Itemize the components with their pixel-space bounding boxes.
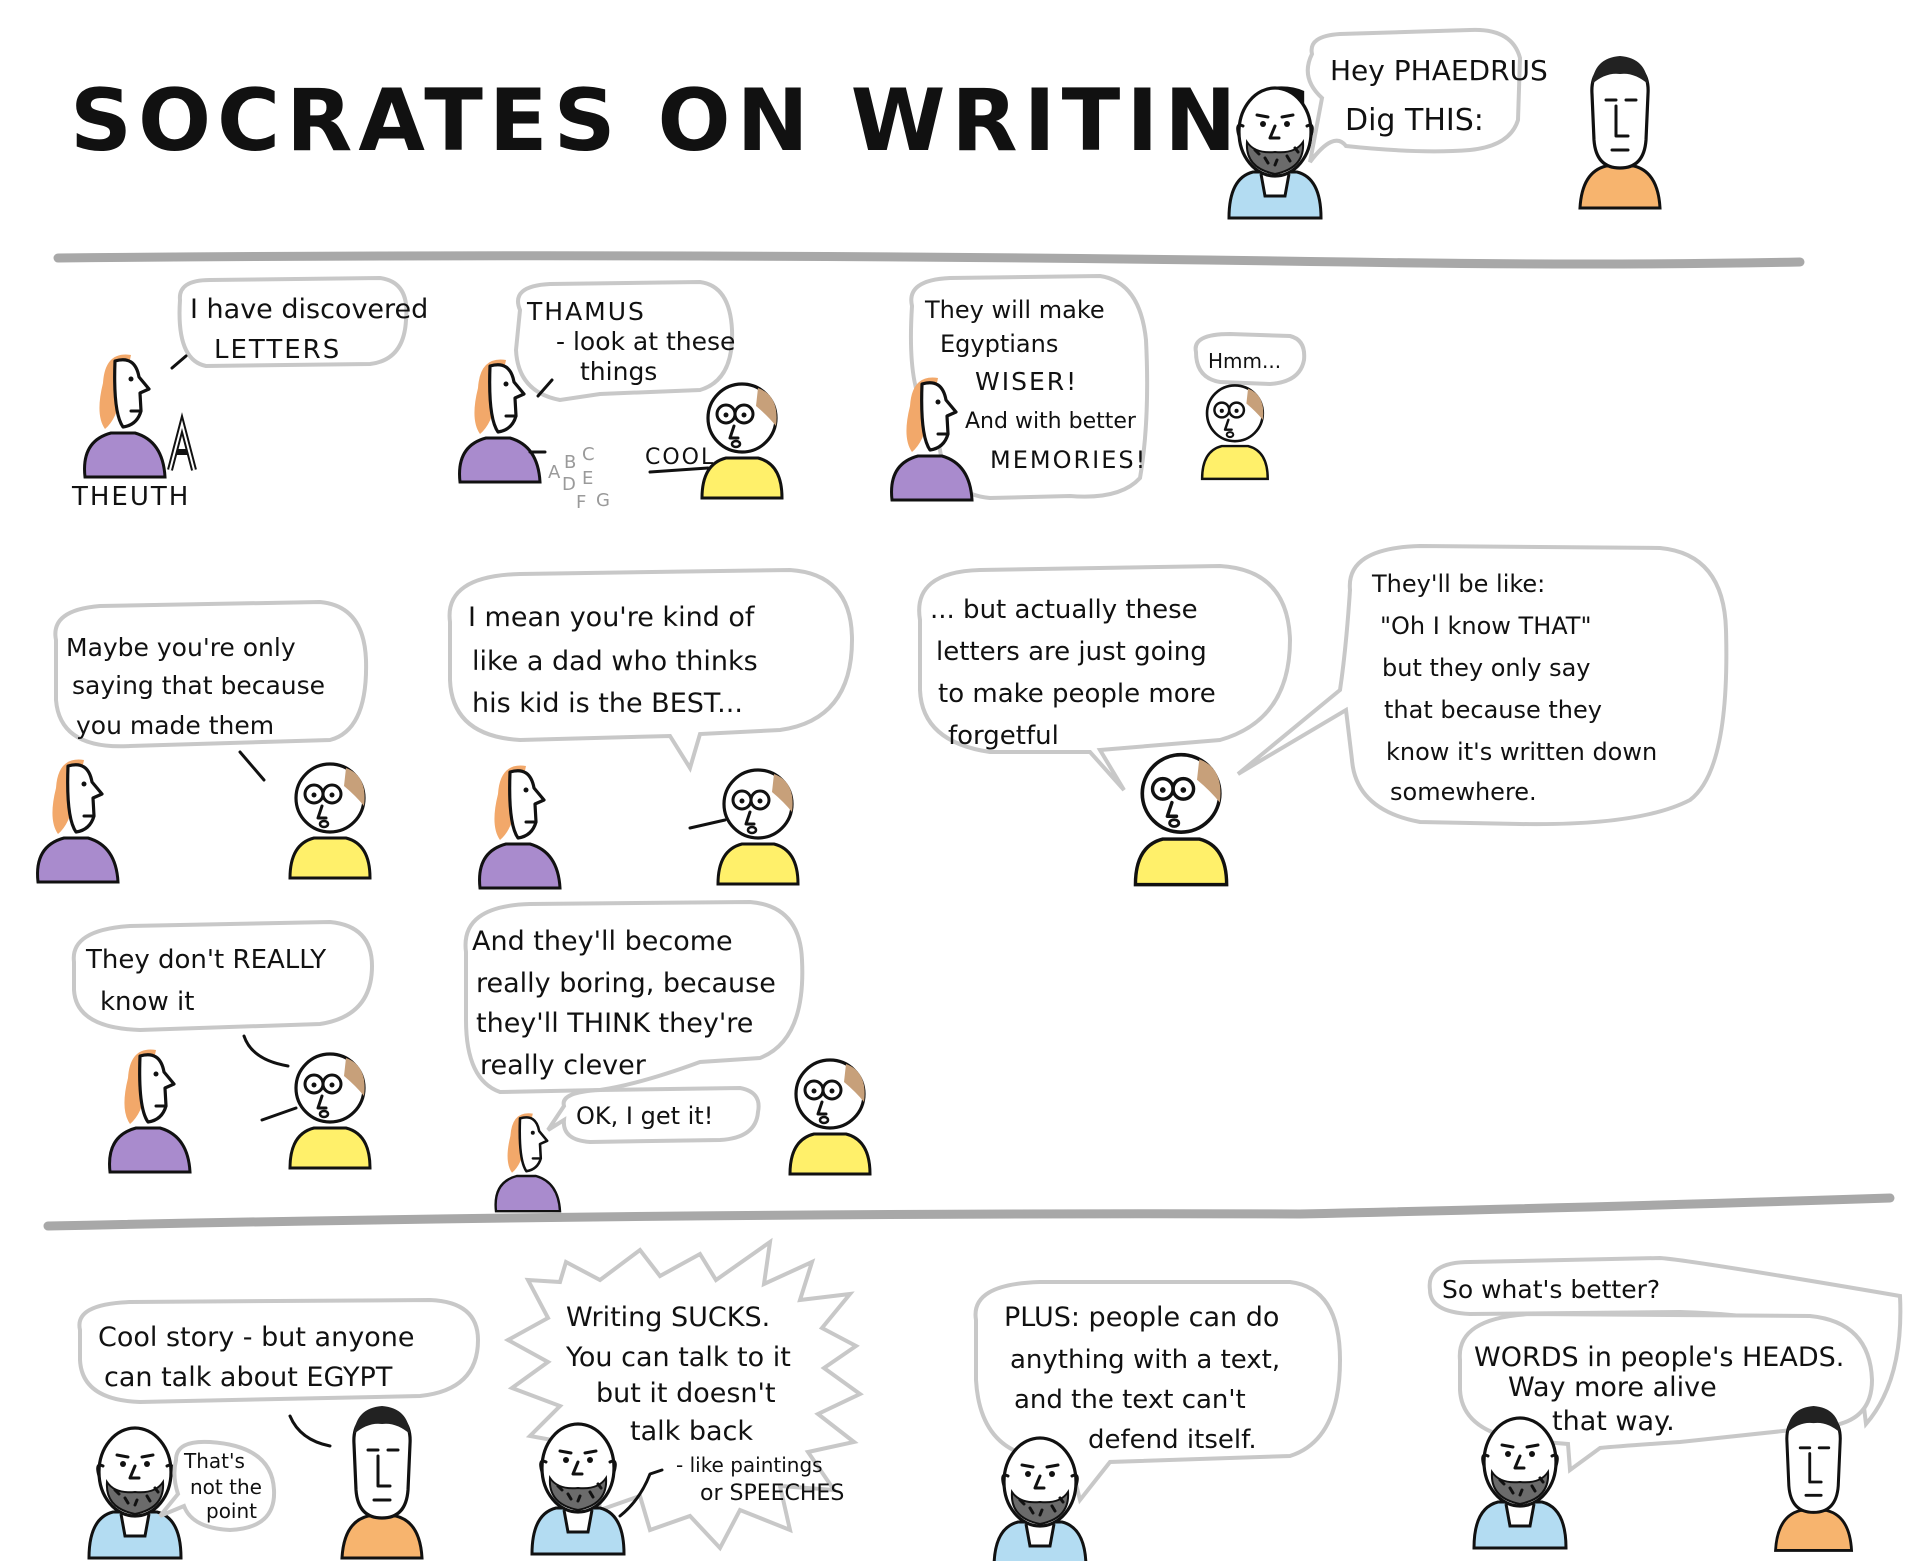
theuth-figure-7 xyxy=(107,1047,192,1174)
phaedrus-figure-9 xyxy=(340,1404,424,1560)
panel-4-line-1: Maybe you're only xyxy=(66,633,296,662)
panel-7-line-2: know it xyxy=(100,987,194,1017)
letter-f: F xyxy=(576,492,586,513)
page-title: SOCRATES ON WRITING xyxy=(70,71,1319,171)
panel-12-line-2: Way more alive xyxy=(1508,1372,1717,1403)
panel-8-line-3: they'll THINK they're xyxy=(476,1008,753,1039)
panel-7-line-1: They don't REALLY xyxy=(85,945,326,975)
panel-10-line-4: talk back xyxy=(630,1416,753,1447)
panel-8-reply: OK, I get it! xyxy=(576,1102,713,1130)
divider-top xyxy=(53,251,1805,269)
theuth-figure-4 xyxy=(35,757,120,884)
socrates-figure-9 xyxy=(87,1426,183,1560)
panel-2-line-1: THAMUS xyxy=(526,297,646,326)
panel-11-line-4: defend itself. xyxy=(1088,1425,1257,1455)
panel-9-line-1: Cool story - but anyone xyxy=(98,1322,414,1353)
panel-6b-line-3: but they only say xyxy=(1382,654,1591,682)
panel-10-line-1: Writing SUCKS. xyxy=(566,1302,770,1333)
panel-6b-line-5: know it's written down xyxy=(1386,738,1657,766)
thamus-figure-6 xyxy=(1133,752,1229,887)
panel-10-line-2: You can talk to it xyxy=(565,1342,791,1373)
panel-3-line-1: They will make xyxy=(924,296,1105,324)
panel-4-line-3: you made them xyxy=(76,711,274,740)
comic-canvas: SOCRATES ON WRITING Hey PHAEDRUS Dig THI… xyxy=(35,27,1903,1561)
panel-6a-line-2: letters are just going xyxy=(936,637,1207,667)
panel-9-aside-1: That's xyxy=(183,1449,245,1473)
thamus-figure-2 xyxy=(700,382,784,500)
theuth-figure-5 xyxy=(477,763,562,890)
panel-3-line-5: MEMORIES! xyxy=(990,446,1147,474)
panel-11-line-2: anything with a text, xyxy=(1010,1345,1280,1375)
letter-a: A xyxy=(548,462,561,483)
panel-3-line-2: Egyptians xyxy=(940,330,1058,358)
letter-c: C xyxy=(582,444,595,465)
panel-6a-line-1: ... but actually these xyxy=(930,595,1198,625)
panel-10-line-3: but it doesn't xyxy=(596,1378,776,1409)
panel-2-line-2: - look at these xyxy=(556,327,735,356)
phaedrus-figure-12 xyxy=(1774,1404,1854,1552)
panel-9-line-2: can talk about EGYPT xyxy=(104,1362,393,1393)
panel-11-line-1: PLUS: people can do xyxy=(1004,1302,1279,1333)
intro-phaedrus xyxy=(1578,54,1662,210)
thamus-figure-8 xyxy=(788,1058,872,1176)
intro-line-1: Hey PHAEDRUS xyxy=(1330,54,1548,87)
panel-2-line-3: things xyxy=(580,357,657,386)
panel-12-question: So what's better? xyxy=(1442,1275,1660,1304)
letter-g: G xyxy=(596,490,610,511)
thamus-figure-7 xyxy=(288,1052,372,1170)
panel-4-line-2: saying that because xyxy=(72,671,325,700)
panel-10-note-2: or SPEECHES xyxy=(700,1481,844,1506)
panel-12-line-1: WORDS in people's HEADS. xyxy=(1474,1342,1844,1373)
panel-2-reply: COOL xyxy=(645,445,715,470)
letter-e: E xyxy=(582,468,593,489)
panel-1-caption: THEUTH xyxy=(71,482,190,512)
panel-6b-line-1: They'll be like: xyxy=(1371,570,1545,598)
panel-5-line-3: his kid is the BEST... xyxy=(472,688,743,719)
divider-bottom xyxy=(43,1193,1895,1231)
panel-5-line-1: I mean you're kind of xyxy=(468,602,756,633)
panel-1-line-2: LETTERS xyxy=(214,335,341,365)
panel-6a-line-3: to make people more xyxy=(938,679,1216,709)
thamus-figure-5 xyxy=(716,768,800,886)
panel-9-aside-3: point xyxy=(206,1499,257,1523)
letter-a-icon xyxy=(167,412,197,471)
intro-speech-bubble xyxy=(1305,27,1523,164)
panel-8-line-2: really boring, because xyxy=(476,968,776,999)
panel-5-line-2: like a dad who thinks xyxy=(472,646,758,677)
panel-3-reply: Hmm... xyxy=(1208,349,1281,373)
panel-8-line-1: And they'll become xyxy=(472,926,733,957)
panel-3-line-3: WISER! xyxy=(975,367,1078,396)
thamus-figure-3 xyxy=(1200,384,1270,481)
panel-1-line-1: I have discovered xyxy=(190,294,428,325)
panel-12-line-3: that way. xyxy=(1552,1406,1675,1437)
panel-9-aside-2: not the xyxy=(190,1475,262,1499)
panel-6a-line-4: forgetful xyxy=(948,721,1059,751)
panel-6b-line-2: "Oh I know THAT" xyxy=(1380,612,1592,640)
letter-b: B xyxy=(564,452,576,473)
panel-11-line-3: and the text can't xyxy=(1014,1385,1246,1415)
theuth-figure-1 xyxy=(82,352,167,479)
panel-6b-line-4: that because they xyxy=(1384,696,1602,724)
intro-line-2: Dig THIS: xyxy=(1345,103,1484,138)
panel-3-line-4: And with better xyxy=(965,409,1137,434)
panel-6b-line-6: somewhere. xyxy=(1390,778,1537,806)
thamus-figure-4 xyxy=(288,762,372,880)
panel-10-note-1: - like paintings xyxy=(676,1453,823,1477)
panel-8-line-4: really clever xyxy=(480,1050,647,1081)
letter-d: D xyxy=(562,474,576,495)
